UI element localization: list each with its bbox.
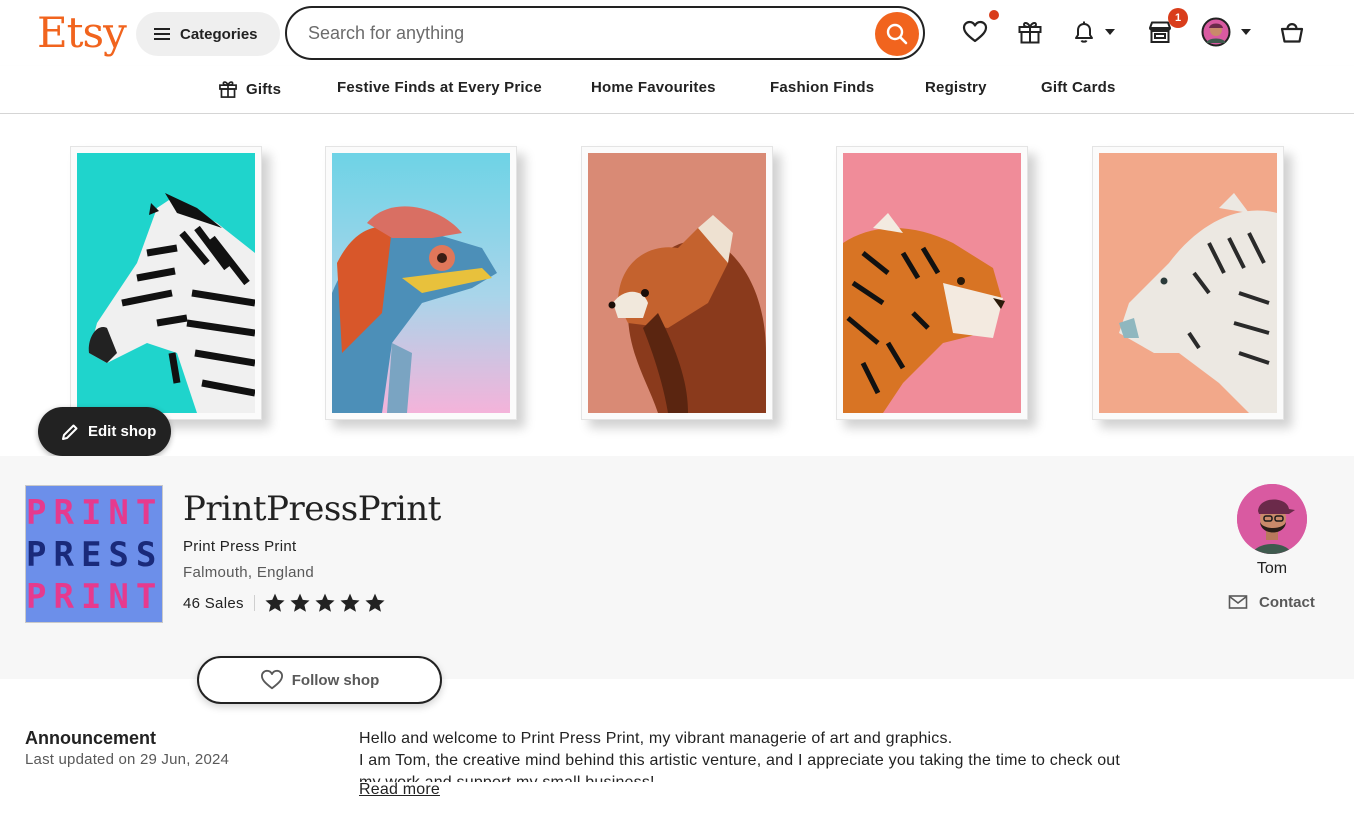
shop-location: Falmouth, England (183, 564, 315, 581)
cart-badge: 1 (1168, 8, 1188, 28)
category-nav: Gifts Festive Finds at Every Price Home … (0, 66, 1354, 114)
mail-icon (1228, 595, 1248, 609)
follow-shop-label: Follow shop (291, 671, 380, 689)
heart-icon (260, 669, 283, 690)
edit-shop-label: Edit shop (88, 423, 157, 440)
bell-icon (1075, 21, 1093, 43)
sales-count: 46 Sales (183, 594, 244, 612)
heart-icon (962, 20, 988, 43)
star-icon (265, 593, 285, 612)
divider (253, 595, 255, 611)
account-menu-button[interactable] (1200, 14, 1256, 50)
nav-item-gifts[interactable]: Gifts (218, 79, 281, 99)
red-panda-artwork (588, 153, 766, 413)
categories-button[interactable]: Categories (136, 12, 280, 56)
print-frame-tiger (836, 146, 1028, 420)
notifications-button[interactable] (1067, 14, 1123, 50)
basket-icon (1280, 23, 1304, 43)
zebra-artwork (77, 153, 255, 413)
owner-avatar[interactable] (1237, 484, 1307, 554)
gift-mode-button[interactable] (1012, 14, 1048, 50)
pencil-icon (62, 424, 78, 440)
menu-icon (154, 28, 170, 40)
chevron-down-icon (1105, 29, 1115, 35)
search-icon (886, 23, 908, 45)
favorites-button[interactable] (957, 10, 999, 50)
nav-item-label: Gifts (246, 80, 282, 98)
gift-icon (1018, 21, 1042, 44)
contact-label: Contact (1259, 593, 1315, 611)
read-more-link[interactable]: Read more (359, 781, 440, 799)
basket-button[interactable] (1274, 14, 1310, 50)
shop-logo-line: PRINT (26, 577, 164, 617)
etsy-logo[interactable]: Etsy (37, 8, 127, 58)
shop-manager-button[interactable]: 1 (1142, 8, 1188, 50)
tiger-artwork (843, 153, 1021, 413)
follow-shop-button[interactable]: Follow shop (197, 656, 442, 704)
shop-banner (0, 114, 1354, 456)
nav-item-registry[interactable]: Registry (925, 79, 987, 96)
nav-item-gift-cards[interactable]: Gift Cards (1041, 79, 1116, 96)
shop-stats: 46 Sales (183, 592, 386, 614)
contact-button[interactable]: Contact (1228, 593, 1315, 611)
star-icon (365, 593, 385, 612)
star-icon (315, 593, 335, 612)
announcement-date: Last updated on 29 Jun, 2024 (25, 751, 230, 768)
shop-info-section: PRINT PRESS PRINT PrintPressPrint Print … (0, 456, 1354, 704)
shop-logo[interactable]: PRINT PRESS PRINT (25, 485, 163, 623)
white-tiger-artwork (1099, 153, 1277, 413)
chevron-down-icon (1241, 29, 1251, 35)
announcement-text: Hello and welcome to Print Press Print, … (359, 728, 1179, 782)
announcement-line: my work and support my small business! (359, 772, 1179, 782)
shop-name: PrintPressPrint (183, 489, 441, 529)
search-input[interactable] (308, 22, 848, 44)
chameleon-artwork (332, 153, 510, 413)
nav-item-home-favourites[interactable]: Home Favourites (591, 79, 716, 96)
print-frame-red-panda (581, 146, 773, 420)
search-bar (285, 6, 925, 60)
site-header: Etsy Categories Search for anything 1 (0, 0, 1354, 66)
print-frame-chameleon (325, 146, 517, 420)
search-button[interactable] (875, 12, 919, 56)
nav-item-festive-finds[interactable]: Festive Finds at Every Price (337, 79, 542, 96)
avatar (1201, 17, 1231, 47)
announcement-title: Announcement (25, 728, 157, 748)
categories-label: Categories (180, 25, 258, 43)
announcement-line: Hello and welcome to Print Press Print, … (359, 730, 953, 747)
avatar (1237, 484, 1307, 554)
shop-logo-line: PRINT (26, 493, 164, 533)
rating-stars[interactable] (264, 592, 386, 614)
gift-icon (219, 81, 237, 98)
print-frame-zebra (70, 146, 262, 420)
announcement-line: I am Tom, the creative mind behind this … (359, 752, 1121, 769)
notification-dot (989, 10, 999, 20)
edit-shop-button[interactable]: Edit shop (38, 407, 171, 456)
star-icon (340, 593, 360, 612)
nav-item-fashion-finds[interactable]: Fashion Finds (770, 79, 874, 96)
shop-tagline: Print Press Print (183, 538, 297, 555)
shop-logo-line: PRESS (26, 535, 164, 575)
owner-name[interactable]: Tom (1237, 560, 1307, 578)
star-icon (290, 593, 310, 612)
print-frame-white-tiger (1092, 146, 1284, 420)
